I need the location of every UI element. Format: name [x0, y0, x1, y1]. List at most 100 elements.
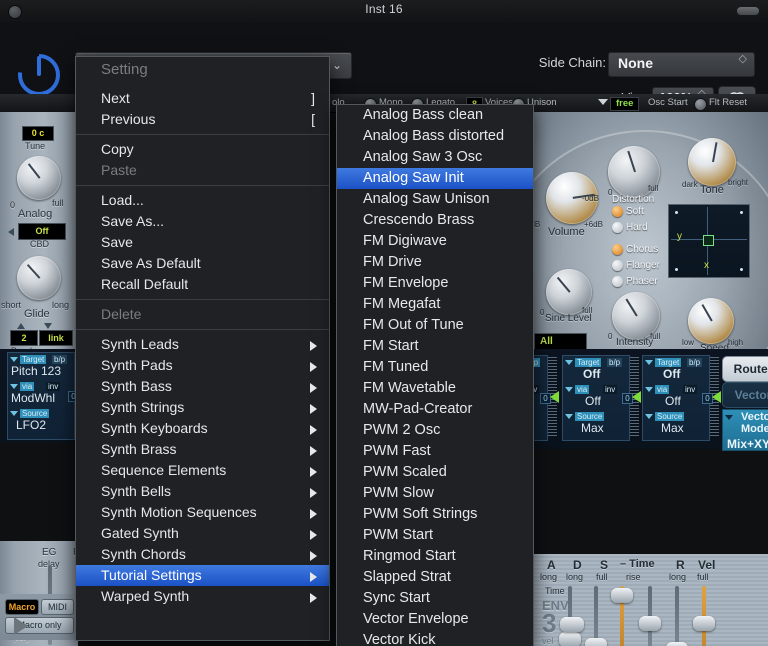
- menu-item-sequence-elements[interactable]: Sequence Elements: [76, 460, 329, 481]
- power-icon[interactable]: [16, 52, 62, 98]
- menu-item-synth-chords[interactable]: Synth Chords: [76, 544, 329, 565]
- via-dropdown-icon[interactable]: [565, 387, 573, 392]
- preset-item[interactable]: Slapped Strat: [337, 567, 533, 588]
- preset-item[interactable]: PWM Scaled: [337, 462, 533, 483]
- preset-item[interactable]: FM Drive: [337, 252, 533, 273]
- attack-slider-handle[interactable]: [559, 632, 581, 646]
- menu-item-synth-strings[interactable]: Synth Strings: [76, 397, 329, 418]
- preset-item[interactable]: FM Digiwave: [337, 231, 533, 252]
- inv-label[interactable]: inv: [603, 385, 618, 394]
- preset-item[interactable]: FM Envelope: [337, 273, 533, 294]
- source-dropdown-icon[interactable]: [645, 414, 653, 419]
- settings-menu[interactable]: Setting Next ] Previous [ Copy Paste Loa…: [75, 56, 330, 641]
- preset-item[interactable]: Crescendo Brass: [337, 210, 533, 231]
- velocity-slider-handle[interactable]: [693, 616, 715, 631]
- preset-item[interactable]: Sync Start: [337, 588, 533, 609]
- osc-start-mode[interactable]: free: [610, 97, 640, 111]
- via-vel-handle[interactable]: [560, 617, 584, 632]
- vector-button[interactable]: Vector: [722, 382, 768, 408]
- preset-item[interactable]: Analog Bass clean: [337, 105, 533, 126]
- preset-item[interactable]: FM Tuned: [337, 357, 533, 378]
- stepper-arrows-icon[interactable]: ◇: [739, 54, 747, 65]
- preset-item-selected[interactable]: Analog Saw Init: [337, 168, 533, 189]
- menu-item-gated-synth[interactable]: Gated Synth: [76, 523, 329, 544]
- menu-item-synth-motion-sequences[interactable]: Synth Motion Sequences: [76, 502, 329, 523]
- mod-slot[interactable]: Target b/p Off via inv Off Source Max: [642, 355, 710, 441]
- menu-item-copy[interactable]: Copy: [76, 139, 329, 160]
- target-value[interactable]: Off: [583, 367, 600, 381]
- menu-item-synth-keyboards[interactable]: Synth Keyboards: [76, 418, 329, 439]
- target-dropdown-icon[interactable]: [10, 357, 18, 362]
- time-slider-handle[interactable]: [639, 616, 661, 631]
- osc-start-dropdown-icon[interactable]: [598, 99, 608, 105]
- preset-item[interactable]: PWM Slow: [337, 483, 533, 504]
- xy-pad-handle[interactable]: [703, 235, 714, 246]
- preset-item[interactable]: FM Wavetable: [337, 378, 533, 399]
- menu-item-synth-pads[interactable]: Synth Pads: [76, 355, 329, 376]
- bend-range-value[interactable]: 2: [10, 330, 38, 346]
- menu-item-synth-bass[interactable]: Synth Bass: [76, 376, 329, 397]
- macro-tab[interactable]: Macro: [5, 599, 39, 615]
- menu-item-previous[interactable]: Previous [: [76, 109, 329, 130]
- target-dropdown-icon[interactable]: [565, 360, 573, 365]
- tune-value[interactable]: 0 c: [22, 126, 54, 141]
- vector-mode-selector[interactable]: Vector Mode Mix+XY: [722, 409, 768, 451]
- inv-label[interactable]: inv: [683, 385, 698, 394]
- bypass-label[interactable]: b/p: [52, 355, 68, 364]
- via-dropdown-icon[interactable]: [10, 384, 18, 389]
- hard-radio[interactable]: [612, 222, 623, 233]
- menu-item-save-as[interactable]: Save As...: [76, 211, 329, 232]
- preset-item[interactable]: MW-Pad-Creator: [337, 399, 533, 420]
- preset-item[interactable]: Analog Bass distorted: [337, 126, 533, 147]
- via-value[interactable]: ModWhl: [11, 391, 55, 405]
- preset-item[interactable]: Analog Saw Unison: [337, 189, 533, 210]
- soft-radio[interactable]: [612, 206, 623, 217]
- menu-item-next[interactable]: Next ]: [76, 88, 329, 109]
- preset-item[interactable]: Vector Envelope: [337, 609, 533, 630]
- source-dropdown-icon[interactable]: [565, 414, 573, 419]
- decay-slider-handle[interactable]: [585, 638, 607, 646]
- router-button[interactable]: Router: [722, 356, 768, 382]
- play-icon[interactable]: [14, 617, 28, 635]
- target-value[interactable]: Off: [663, 367, 680, 381]
- bypass-label[interactable]: b/p: [607, 358, 623, 367]
- preset-item[interactable]: Ringmod Start: [337, 546, 533, 567]
- cbd-dropdown-icon[interactable]: [8, 228, 14, 236]
- preset-item[interactable]: PWM Fast: [337, 441, 533, 462]
- source-value[interactable]: Max: [661, 421, 684, 435]
- preset-item[interactable]: PWM Start: [337, 525, 533, 546]
- vector-mode-dropdown-icon[interactable]: [725, 415, 733, 420]
- menu-item-synth-brass[interactable]: Synth Brass: [76, 439, 329, 460]
- cbd-value[interactable]: Off: [18, 223, 66, 240]
- preset-item[interactable]: PWM 2 Osc: [337, 420, 533, 441]
- bypass-label[interactable]: b/p: [687, 358, 703, 367]
- phaser-radio[interactable]: [612, 276, 623, 287]
- release-slider[interactable]: [675, 586, 679, 646]
- window-resize-handle[interactable]: [737, 7, 759, 15]
- via-value[interactable]: Off: [665, 394, 681, 408]
- flt-reset-led[interactable]: [694, 98, 707, 111]
- glide-knob[interactable]: [17, 256, 61, 300]
- sustain-slider-handle[interactable]: [611, 588, 633, 603]
- side-chain-select[interactable]: None ◇: [608, 52, 755, 77]
- preset-item[interactable]: FM Out of Tune: [337, 315, 533, 336]
- target-value[interactable]: Pitch 123: [11, 364, 61, 378]
- menu-item-recall-default[interactable]: Recall Default: [76, 274, 329, 295]
- preset-item[interactable]: Analog Saw 3 Osc: [337, 147, 533, 168]
- source-value[interactable]: LFO2: [16, 418, 46, 432]
- via-dropdown-icon[interactable]: [645, 387, 653, 392]
- preset-item[interactable]: FM Megafat: [337, 294, 533, 315]
- preset-submenu[interactable]: Analog Bass clean Analog Bass distorted …: [336, 104, 534, 646]
- source-dropdown-icon[interactable]: [10, 411, 18, 416]
- analog-knob[interactable]: [17, 156, 61, 200]
- preset-item[interactable]: FM Start: [337, 336, 533, 357]
- menu-item-warped-synth[interactable]: Warped Synth: [76, 586, 329, 607]
- xy-pad[interactable]: y x: [668, 204, 750, 278]
- bend-link-toggle[interactable]: link: [39, 330, 73, 346]
- all-filter-badge[interactable]: All: [534, 333, 587, 350]
- menu-item-synth-leads[interactable]: Synth Leads: [76, 334, 329, 355]
- via-value[interactable]: Off: [585, 394, 601, 408]
- preset-item[interactable]: PWM Soft Strings: [337, 504, 533, 525]
- midi-tab[interactable]: MIDI: [41, 599, 74, 615]
- chorus-radio[interactable]: [612, 244, 623, 255]
